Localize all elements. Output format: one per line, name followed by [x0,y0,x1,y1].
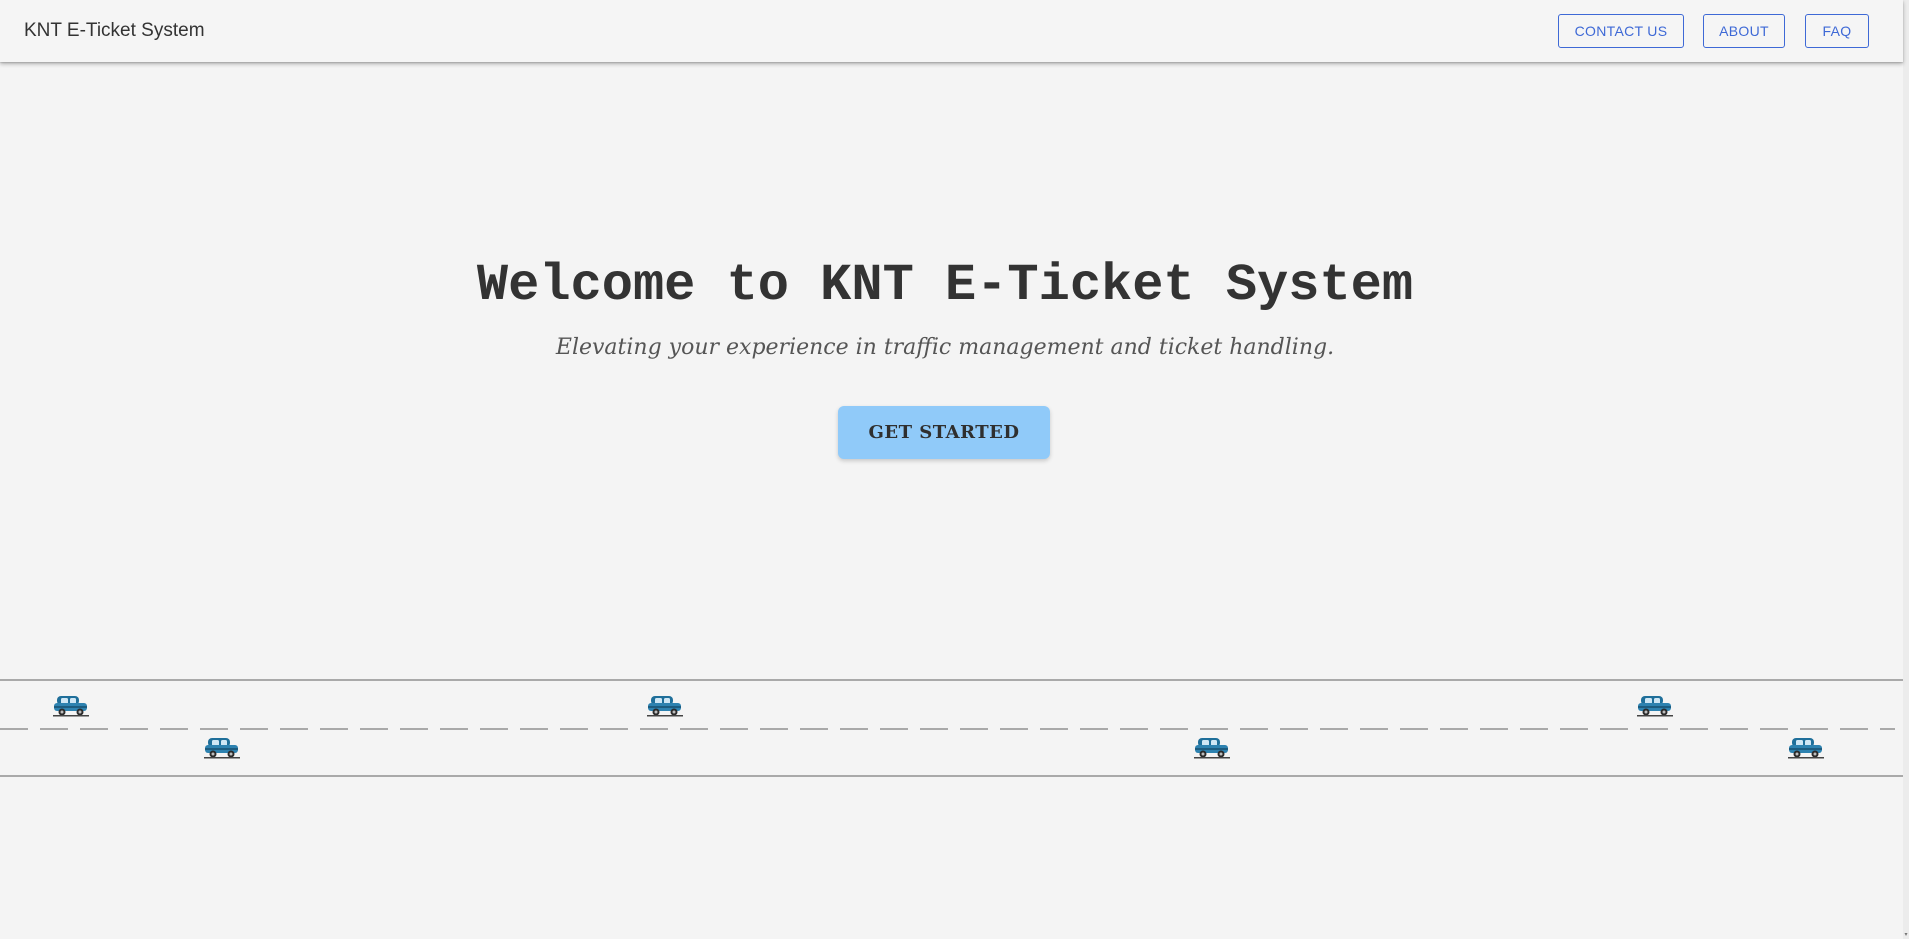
car-icon [1194,738,1230,759]
car-icon [1637,696,1673,717]
hero-subtitle: Elevating your experience in traffic man… [555,335,1335,360]
car-icon [204,738,240,759]
contact-us-button[interactable]: CONTACT US [1558,14,1684,48]
road-animation [0,679,1903,777]
faq-button[interactable]: FAQ [1805,14,1869,48]
app-bar: KNT E-Ticket System CONTACT US ABOUT FAQ [0,0,1903,62]
hero-title: Welcome to KNT E-Ticket System [476,256,1414,315]
lane-divider [0,728,1895,730]
get-started-button[interactable]: GET STARTED [838,406,1050,459]
scroll-down-arrow-icon[interactable]: ▾ [1903,931,1909,939]
brand-title: KNT E-Ticket System [24,20,205,41]
about-button[interactable]: ABOUT [1703,14,1785,48]
landing-page: KNT E-Ticket System CONTACT US ABOUT FAQ… [0,0,1909,939]
vertical-scrollbar[interactable]: ▾ [1903,0,1909,939]
car-icon [1788,738,1824,759]
car-icon [647,696,683,717]
car-icon [53,696,89,717]
